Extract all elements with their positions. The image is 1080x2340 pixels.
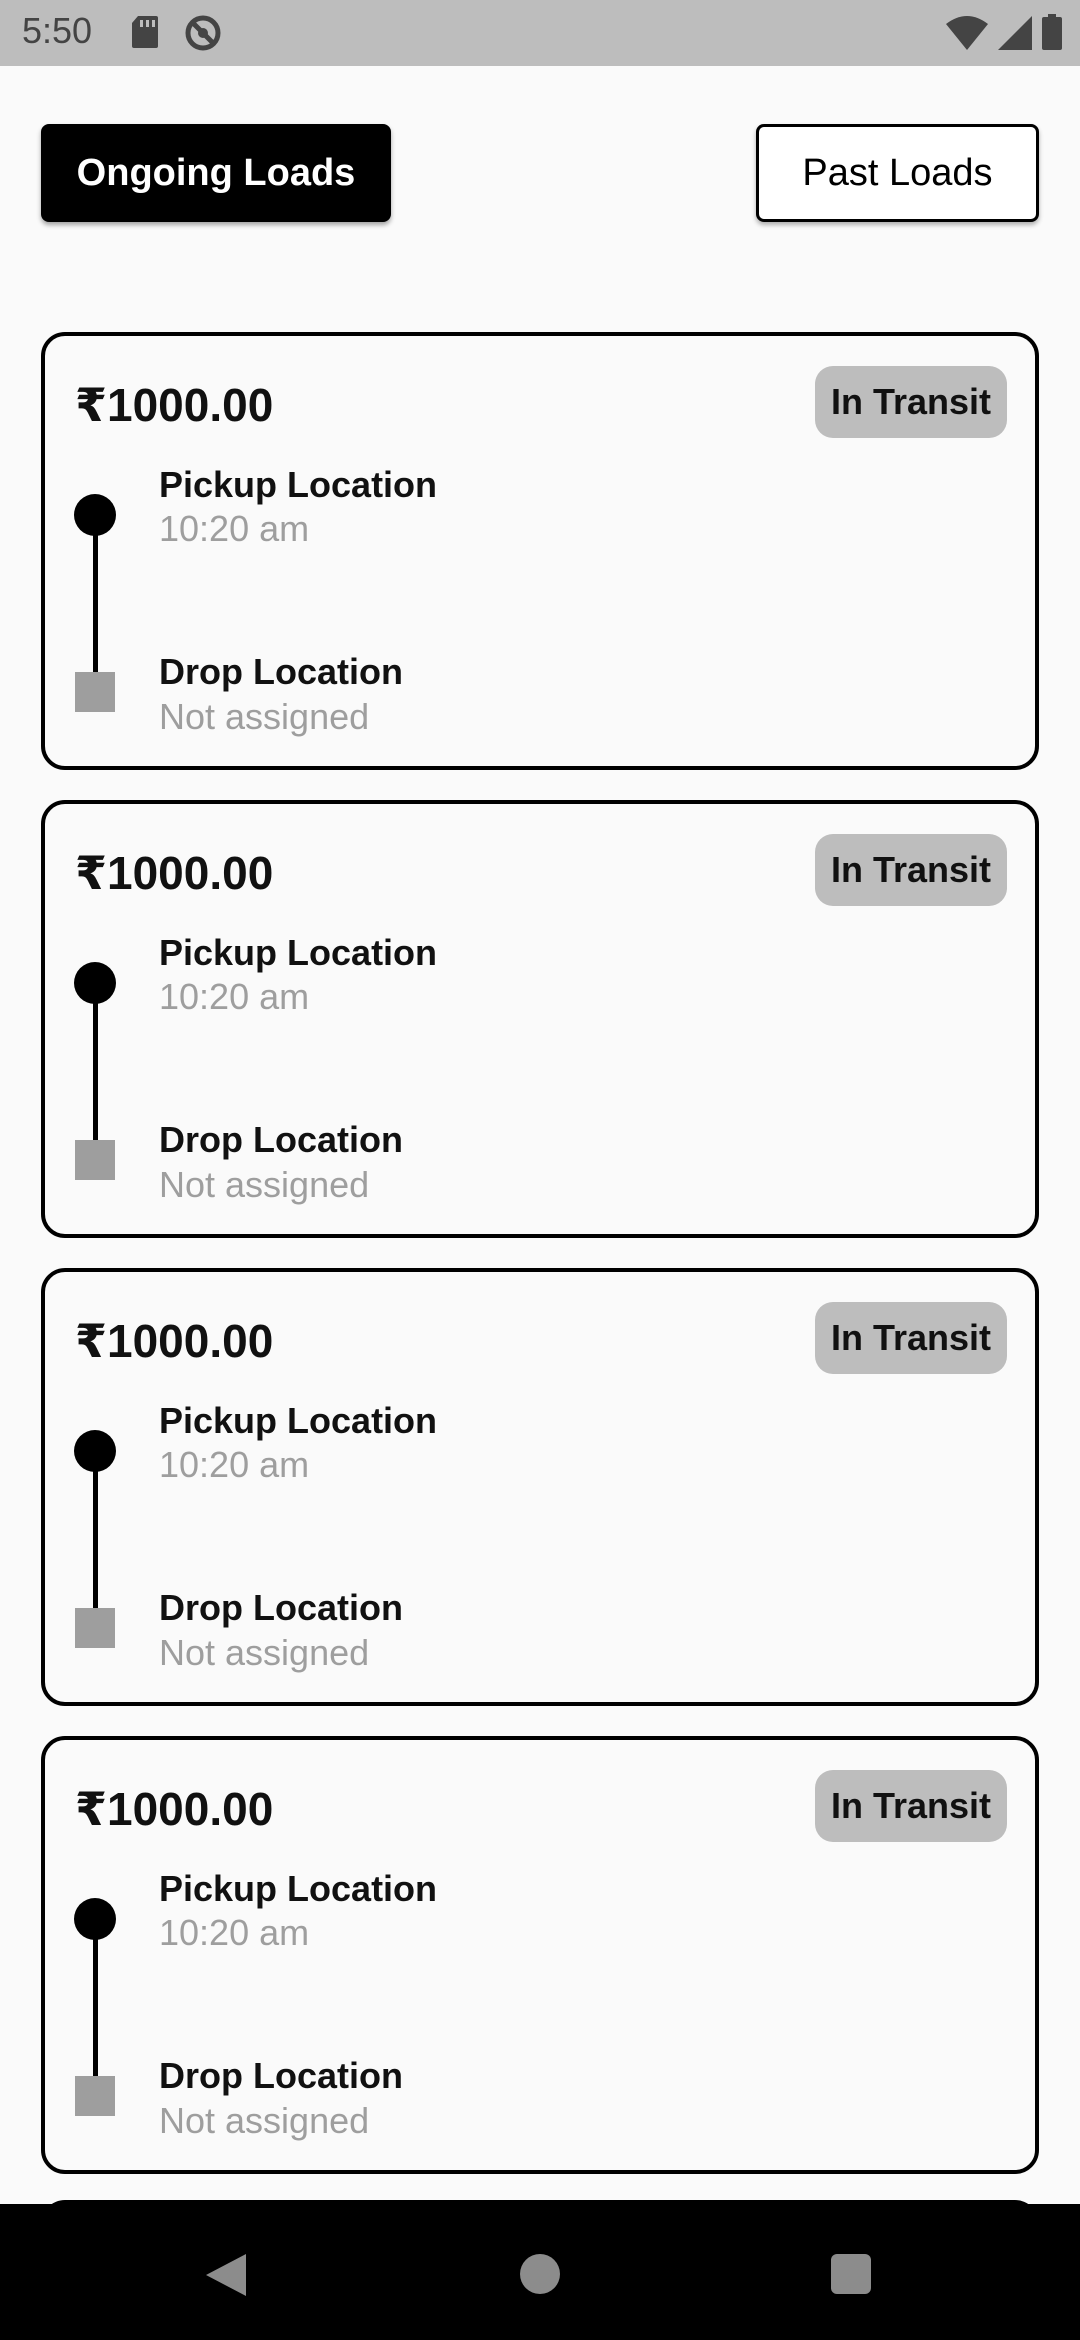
load-price: ₹1000.00 bbox=[75, 379, 274, 431]
load-price: ₹1000.00 bbox=[75, 1315, 274, 1367]
route-line bbox=[93, 516, 98, 676]
pickup-label: Pickup Location bbox=[159, 1400, 438, 1441]
load-price: ₹1000.00 bbox=[75, 847, 274, 899]
load-price: ₹1000.00 bbox=[75, 1783, 274, 1835]
drop-label: Drop Location bbox=[159, 1119, 403, 1160]
load-card[interactable]: ₹1000.00 In Transit Pickup Location 10:2… bbox=[41, 1268, 1039, 1706]
drop-status: Not assigned bbox=[159, 2100, 370, 2141]
sd-card-icon bbox=[130, 14, 160, 57]
pickup-label: Pickup Location bbox=[159, 1868, 438, 1909]
pickup-time: 10:20 am bbox=[159, 976, 310, 1017]
drop-status: Not assigned bbox=[159, 696, 370, 737]
ongoing-loads-label: Ongoing Loads bbox=[76, 151, 356, 194]
drop-marker-icon bbox=[75, 1140, 115, 1180]
battery-icon bbox=[1042, 14, 1062, 55]
status-time: 5:50 bbox=[22, 10, 93, 51]
ongoing-loads-tab[interactable]: Ongoing Loads bbox=[41, 124, 391, 222]
drop-marker-icon bbox=[75, 672, 115, 712]
load-card[interactable]: ₹1000.00 In Transit Pickup Location 10:2… bbox=[41, 1736, 1039, 2174]
back-icon[interactable] bbox=[204, 2252, 248, 2303]
status-badge: In Transit bbox=[814, 1770, 1007, 1842]
pickup-time: 10:20 am bbox=[159, 1912, 310, 1953]
status-badge: In Transit bbox=[814, 366, 1007, 438]
past-loads-tab[interactable]: Past Loads bbox=[756, 124, 1039, 222]
pickup-label: Pickup Location bbox=[159, 932, 438, 973]
route-line bbox=[93, 1452, 98, 1612]
pickup-time: 10:20 am bbox=[159, 508, 310, 549]
drop-marker-icon bbox=[75, 1608, 115, 1648]
drop-label: Drop Location bbox=[159, 651, 403, 692]
past-loads-label: Past Loads bbox=[802, 151, 993, 194]
status-badge: In Transit bbox=[814, 1302, 1007, 1374]
drop-label: Drop Location bbox=[159, 1587, 403, 1628]
loads-list[interactable]: ₹1000.00 In Transit Pickup Location 10:2… bbox=[41, 332, 1039, 2204]
navigation-bar bbox=[0, 2204, 1080, 2340]
signal-icon bbox=[998, 16, 1032, 55]
route-line bbox=[93, 984, 98, 1144]
status-right-icons bbox=[946, 14, 1062, 55]
home-icon[interactable] bbox=[520, 2254, 560, 2294]
pickup-label: Pickup Location bbox=[159, 464, 438, 505]
status-left-icons bbox=[130, 14, 222, 57]
status-badge: In Transit bbox=[814, 834, 1007, 906]
drop-marker-icon bbox=[75, 2076, 115, 2116]
drop-label: Drop Location bbox=[159, 2055, 403, 2096]
recents-icon[interactable] bbox=[831, 2254, 871, 2294]
route-line bbox=[93, 1920, 98, 2080]
status-bar: 5:50 bbox=[0, 0, 1080, 66]
pickup-time: 10:20 am bbox=[159, 1444, 310, 1485]
drop-status: Not assigned bbox=[159, 1164, 370, 1205]
wifi-icon bbox=[946, 16, 988, 55]
do-not-disturb-icon bbox=[184, 14, 222, 57]
drop-status: Not assigned bbox=[159, 1632, 370, 1673]
load-card[interactable]: ₹1000.00 In Transit Pickup Location 10:2… bbox=[41, 800, 1039, 1238]
load-card[interactable]: ₹1000.00 In Transit Pickup Location 10:2… bbox=[41, 332, 1039, 770]
